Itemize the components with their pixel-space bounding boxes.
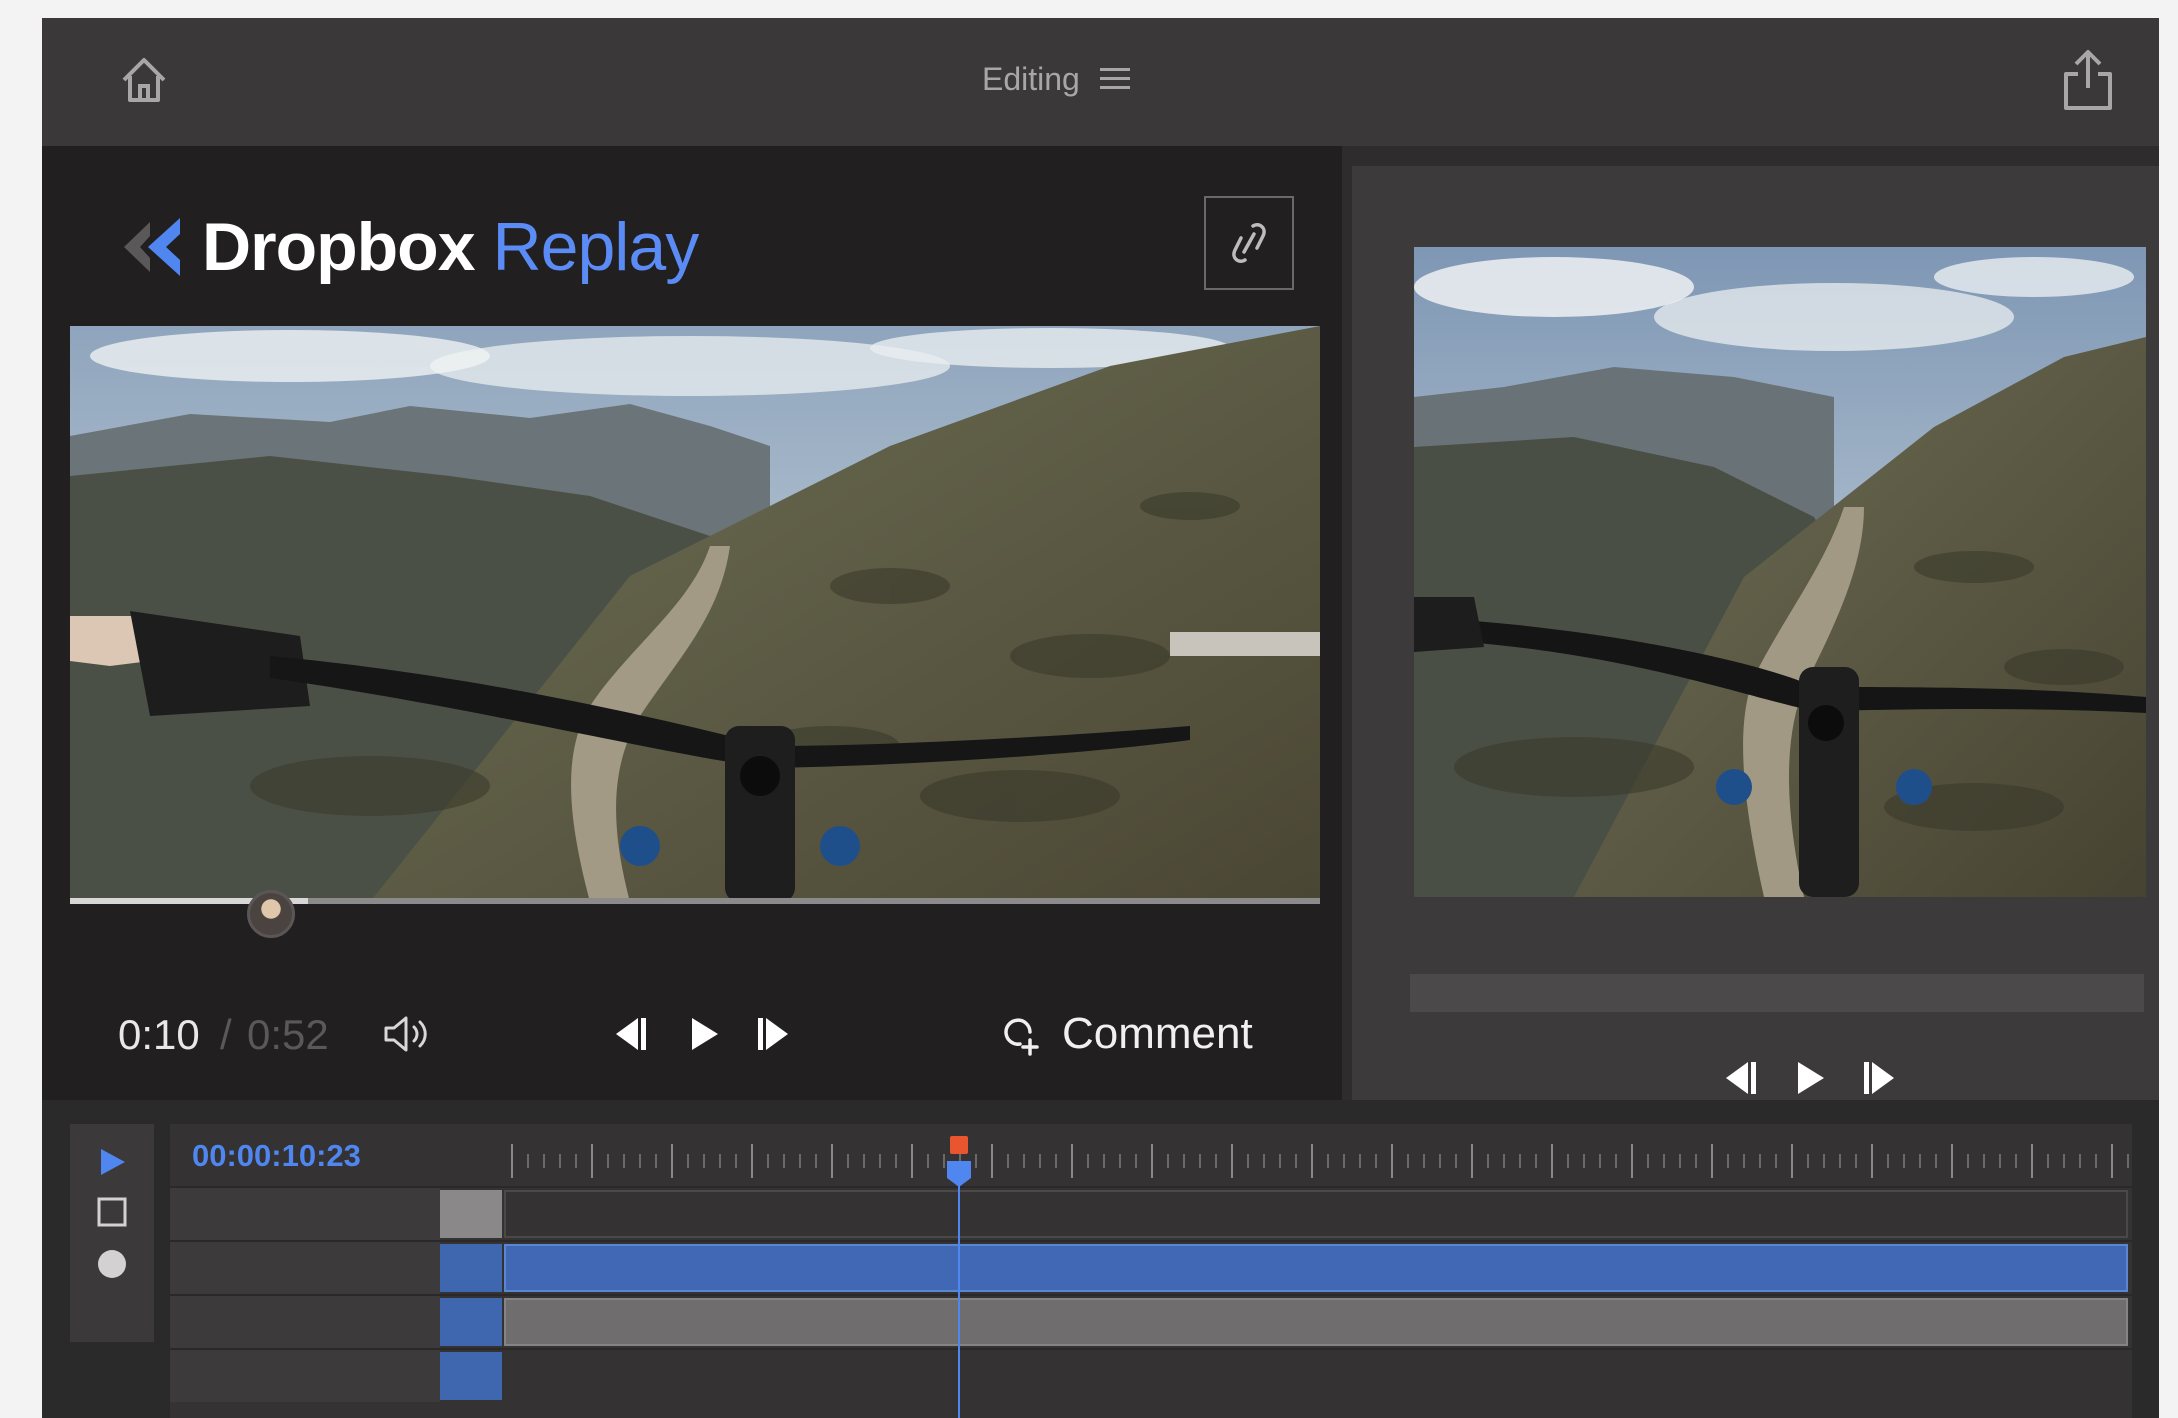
comment-label: Comment [1062, 1009, 1253, 1058]
playhead-line [958, 1164, 960, 1418]
previous-frame-button[interactable] [604, 1008, 656, 1060]
comment-button[interactable]: Comment [1000, 1004, 1253, 1064]
preview-scrubber[interactable] [1410, 974, 2144, 1012]
mode-label-text: Editing [982, 60, 1080, 97]
step-back-icon [616, 1018, 646, 1050]
timeline-track-2 [170, 1240, 2132, 1294]
time-separator: / [220, 1011, 232, 1058]
play-icon [1798, 1062, 1824, 1094]
preview-next-frame-button[interactable] [1854, 1052, 1906, 1104]
brand-name-dropbox: Dropbox [202, 209, 476, 285]
timeline-track-3 [170, 1294, 2132, 1348]
timeline-track-4 [170, 1348, 2132, 1402]
copy-link-button[interactable] [1204, 196, 1294, 290]
stop-icon [97, 1197, 127, 1227]
step-back-icon [1726, 1062, 1756, 1094]
preview-panel [1342, 146, 2159, 1100]
main-player-panel: Dropbox Replay 0:10 / 0:52 Comment [42, 146, 1342, 1100]
timeline-play-button[interactable] [82, 1138, 142, 1186]
play-button[interactable] [678, 1008, 730, 1060]
empty-track-lane[interactable] [504, 1190, 2128, 1238]
track-clip-handle[interactable] [440, 1190, 502, 1238]
track-clip-handle[interactable] [440, 1244, 502, 1292]
next-frame-button[interactable] [748, 1008, 800, 1060]
audio-clip[interactable] [504, 1298, 2128, 1346]
home-icon [122, 58, 166, 102]
timeline-ruler[interactable] [510, 1138, 2130, 1184]
timeline-tool-column [70, 1124, 154, 1342]
record-icon [98, 1250, 126, 1278]
current-time: 0:10 [118, 1011, 200, 1058]
empty-track-lane[interactable] [504, 1352, 2128, 1400]
track-clip-handle[interactable] [440, 1352, 502, 1400]
step-forward-icon [1864, 1062, 1894, 1094]
track-header[interactable] [170, 1242, 440, 1294]
hamburger-menu-icon [1099, 68, 1130, 89]
app-window: Editing Dropbox Replay 0:10 / 0:52 Comme… [42, 18, 2159, 1418]
mode-menu[interactable]: Editing [982, 56, 1130, 102]
step-forward-icon [758, 1018, 788, 1050]
track-header[interactable] [170, 1350, 440, 1402]
reviewer-avatar[interactable] [247, 890, 295, 938]
preview-play-button[interactable] [1784, 1052, 1836, 1104]
timeline-track-1 [170, 1186, 2132, 1240]
total-duration: 0:52 [247, 1011, 329, 1058]
home-button[interactable] [110, 46, 178, 114]
main-video-frame[interactable] [70, 326, 1320, 902]
volume-icon [384, 1016, 427, 1052]
dropbox-replay-logo-icon [124, 218, 180, 276]
track-header[interactable] [170, 1188, 440, 1240]
track-header[interactable] [170, 1296, 440, 1348]
preview-panel-body [1352, 166, 2159, 1100]
preview-video-frame[interactable] [1414, 247, 2146, 897]
share-button[interactable] [2052, 42, 2124, 118]
play-icon [101, 1149, 125, 1175]
track-clip-handle[interactable] [440, 1298, 502, 1346]
play-icon [692, 1018, 718, 1050]
share-icon [2064, 50, 2112, 110]
preview-previous-frame-button[interactable] [1714, 1052, 1766, 1104]
playhead-marker[interactable] [950, 1136, 968, 1154]
add-comment-icon [1004, 1018, 1039, 1056]
timeline-editor: 00:00:10:23 [42, 1100, 2159, 1418]
playhead-handle[interactable] [946, 1160, 972, 1188]
timeline-tracks: 00:00:10:23 [170, 1124, 2132, 1418]
link-icon [1232, 223, 1266, 263]
brand-name-replay: Replay [492, 209, 700, 285]
video-clip[interactable] [504, 1244, 2128, 1292]
volume-button[interactable] [380, 1008, 436, 1060]
timeline-record-button[interactable] [82, 1240, 142, 1288]
timeline-timecode: 00:00:10:23 [192, 1138, 361, 1173]
timeline-stop-button[interactable] [82, 1188, 142, 1236]
brand-header: Dropbox Replay [114, 202, 700, 292]
top-bar: Editing [42, 18, 2159, 146]
